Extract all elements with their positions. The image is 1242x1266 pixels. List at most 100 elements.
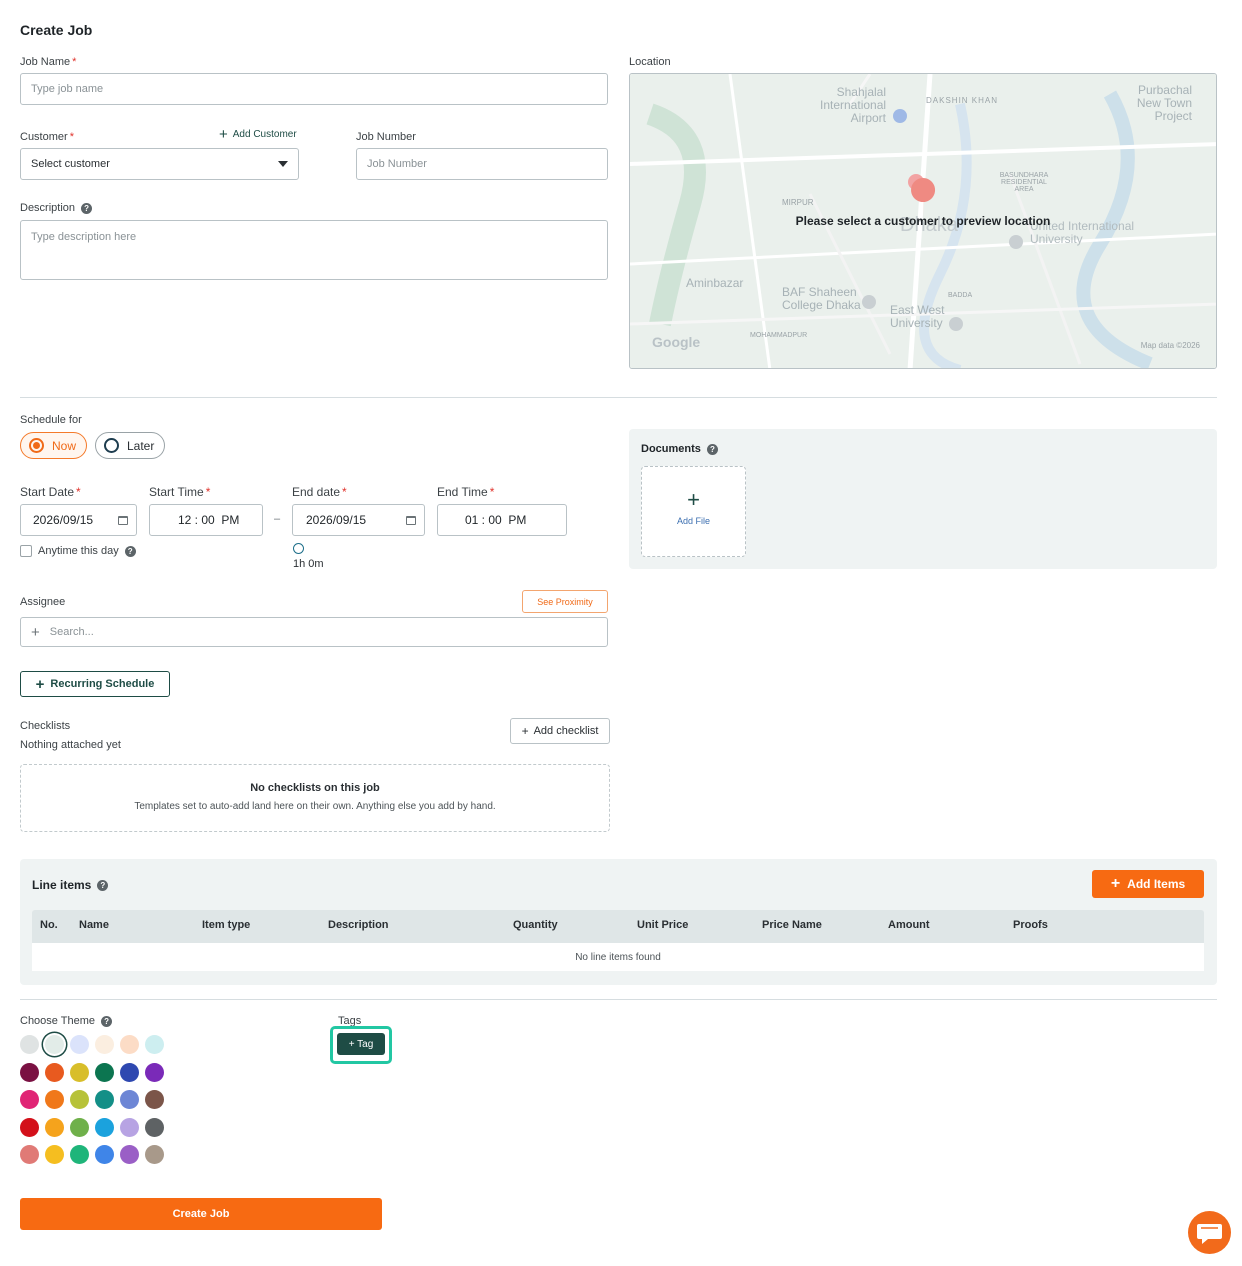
plus-icon: + <box>31 623 40 641</box>
add-file-dropzone[interactable]: + Add File <box>641 466 746 557</box>
theme-color-swatch[interactable] <box>45 1145 64 1164</box>
theme-color-swatch[interactable] <box>95 1035 114 1054</box>
theme-color-swatch[interactable] <box>70 1035 89 1054</box>
recurring-schedule-button[interactable]: + Recurring Schedule <box>20 671 170 697</box>
chat-icon <box>1197 1224 1222 1244</box>
checkbox-box[interactable] <box>20 545 32 557</box>
theme-color-swatch[interactable] <box>145 1145 164 1164</box>
theme-color-swatch[interactable] <box>145 1035 164 1054</box>
calendar-icon[interactable] <box>406 515 416 525</box>
job-name-label: Job Name * <box>20 56 77 68</box>
schedule-later-radio[interactable]: Later <box>95 432 166 459</box>
help-icon[interactable]: ? <box>706 443 718 455</box>
map-label: BASUNDHARA RESIDENTIAL AREA <box>999 172 1049 193</box>
theme-swatch-grid <box>20 1035 180 1175</box>
duration-text: 1h 0m <box>293 558 324 570</box>
checklists-empty-state: No checklists on this job Templates set … <box>20 764 610 832</box>
column-header: Description <box>328 919 389 931</box>
job-number-input[interactable]: Job Number <box>356 148 608 180</box>
help-icon[interactable]: ? <box>124 545 136 557</box>
job-number-label: Job Number <box>356 131 416 143</box>
radio-indicator <box>29 438 44 453</box>
add-file-label: Add File <box>676 516 711 526</box>
start-time-input[interactable]: 12 : 00 PM <box>149 504 263 536</box>
section-divider <box>20 999 1217 1000</box>
google-logo: Google <box>652 334 701 350</box>
start-time-label: Start Time * <box>149 485 211 499</box>
job-name-input[interactable]: Type job name <box>20 73 608 105</box>
map-label: MOHAMMADPUR <box>750 332 808 339</box>
add-tag-button[interactable]: + Tag <box>337 1033 385 1055</box>
assignee-label: Assignee <box>20 596 66 608</box>
add-checklist-button[interactable]: + Add checklist <box>510 718 610 744</box>
theme-color-swatch[interactable] <box>95 1117 114 1137</box>
theme-color-swatch[interactable] <box>70 1062 89 1082</box>
theme-color-swatch[interactable] <box>45 1062 64 1082</box>
start-date-input[interactable]: 2026/09/15 <box>20 504 137 536</box>
map-label: Aminbazar <box>686 276 744 290</box>
theme-color-swatch[interactable] <box>95 1145 114 1164</box>
end-date-label: End date * <box>292 485 347 499</box>
location-map[interactable]: Shahjalal International Airport DAKSHIN … <box>629 73 1217 369</box>
theme-label: Choose Theme? <box>20 1015 113 1027</box>
anytime-checkbox[interactable]: Anytime this day ? <box>20 545 136 557</box>
help-icon[interactable]: ? <box>81 202 93 214</box>
theme-color-swatch[interactable] <box>120 1145 139 1164</box>
description-textarea[interactable]: Type description here <box>20 220 608 280</box>
theme-color-swatch[interactable] <box>145 1062 164 1082</box>
help-icon[interactable]: ? <box>97 880 109 892</box>
chat-widget-button[interactable] <box>1188 1211 1231 1254</box>
create-job-button[interactable]: Create Job <box>20 1198 382 1230</box>
customer-label: Customer * <box>20 131 74 143</box>
theme-color-swatch[interactable] <box>45 1090 64 1109</box>
table-empty-row: No line items found <box>32 943 1204 971</box>
theme-color-swatch[interactable] <box>70 1145 89 1164</box>
documents-label: Documents? <box>641 443 718 455</box>
theme-color-swatch[interactable] <box>45 1117 64 1137</box>
column-header: Amount <box>888 919 930 931</box>
theme-color-swatch[interactable] <box>145 1117 164 1137</box>
map-message: Please select a customer to preview loca… <box>795 214 1051 228</box>
theme-color-swatch[interactable] <box>20 1145 39 1164</box>
checklists-label: Checklists <box>20 720 71 732</box>
map-label: Shahjalal International Airport <box>820 85 887 125</box>
caret-down-icon <box>278 161 288 167</box>
see-proximity-button[interactable]: See Proximity <box>522 590 608 613</box>
add-customer-link[interactable]: + Add Customer <box>219 125 297 143</box>
plus-icon: + <box>35 675 45 693</box>
map-label: East West University <box>890 303 945 330</box>
theme-color-swatch[interactable] <box>95 1062 114 1082</box>
theme-color-swatch[interactable] <box>20 1117 39 1137</box>
theme-color-swatch[interactable] <box>70 1090 89 1109</box>
theme-color-swatch[interactable] <box>120 1062 139 1082</box>
theme-color-swatch[interactable] <box>120 1035 139 1054</box>
empty-text: Templates set to auto-add land here on t… <box>134 801 496 812</box>
calendar-icon[interactable] <box>118 515 128 525</box>
empty-title: No checklists on this job <box>250 782 380 794</box>
theme-color-swatch[interactable] <box>95 1090 114 1109</box>
radio-indicator <box>104 438 119 453</box>
plus-icon: + <box>219 125 228 143</box>
theme-color-swatch[interactable] <box>120 1090 139 1109</box>
location-label: Location <box>629 56 671 68</box>
end-date-input[interactable]: 2026/09/15 <box>292 504 425 536</box>
theme-color-swatch[interactable] <box>20 1035 39 1054</box>
theme-color-swatch[interactable] <box>20 1090 39 1109</box>
theme-color-swatch[interactable] <box>70 1117 89 1137</box>
theme-color-swatch[interactable] <box>120 1117 139 1137</box>
plus-icon: + <box>1110 875 1121 892</box>
customer-select[interactable]: Select customer <box>20 148 299 180</box>
map-label: BAF Shaheen College Dhaka <box>782 285 861 312</box>
theme-color-swatch[interactable] <box>20 1062 39 1082</box>
start-date-label: Start Date * <box>20 485 81 499</box>
column-header: Unit Price <box>637 919 689 931</box>
section-divider <box>20 397 1217 398</box>
description-label: Description? <box>20 202 93 214</box>
add-items-button[interactable]: + Add Items <box>1092 870 1204 898</box>
theme-color-swatch[interactable] <box>45 1035 64 1054</box>
end-time-input[interactable]: 01 : 00 PM <box>437 504 567 536</box>
schedule-now-radio[interactable]: Now <box>20 432 88 459</box>
theme-color-swatch[interactable] <box>145 1090 164 1109</box>
assignee-search-input[interactable]: + Search... <box>20 617 608 647</box>
help-icon[interactable]: ? <box>101 1015 113 1027</box>
